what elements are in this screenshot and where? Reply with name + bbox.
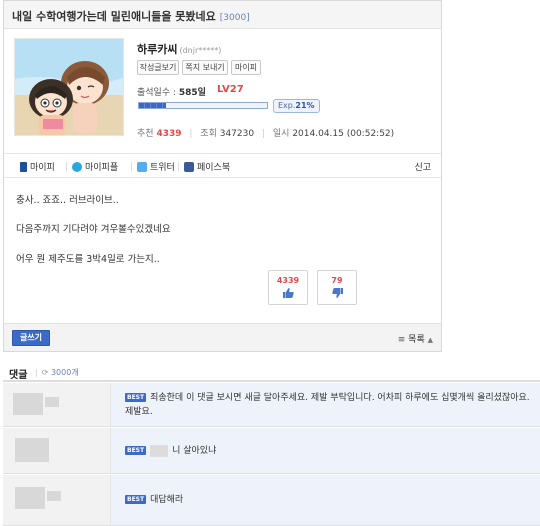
views-count: 347230 (219, 129, 255, 139)
attendance-label: 출석일수 : (137, 88, 177, 98)
upvote-count: 4339 (276, 276, 300, 285)
best-badge: BEST (125, 393, 147, 402)
downvote-button[interactable]: 79 (317, 270, 357, 305)
twitter-icon (137, 161, 147, 172)
post-container: 내일 수학여행가는데 밀린애니들을 못봤네요 [3000] 하루카씨 (dnjr… (3, 0, 442, 352)
post-footer: 글쓰기 ≡ 목록 ▲ (4, 323, 441, 351)
comment-header: 댓글 | ⟳ 3000개 (3, 360, 540, 382)
views-label: 조회 (200, 129, 217, 139)
view-posts-button[interactable]: 작성글보기 (137, 60, 179, 75)
report-button[interactable]: 신고 (414, 160, 431, 173)
comment-text-block: BEST 니 살아있냐 (125, 444, 216, 458)
comment-author-cell[interactable] (3, 428, 111, 473)
blurred-mention (150, 444, 169, 457)
comment-title: 댓글 (9, 370, 28, 381)
mypeople-icon (72, 161, 82, 172)
send-message-button[interactable]: 쪽지 보내기 (182, 60, 228, 75)
comment-text-block: BEST 죄송한데 이 댓글 보시면 새글 달아주세요. 제발 부탁입니다. 어차… (125, 391, 537, 419)
comment-count-badge[interactable]: [3000] (220, 13, 250, 23)
post-date: 2014.04.15 (00:52:52) (292, 129, 395, 139)
share-mypeople[interactable]: 마이피플 (72, 160, 118, 173)
comment-text-block: BEST 대답해라 (125, 493, 183, 507)
list-label: 목록 (408, 335, 425, 345)
post-content-line: 충사.. 죠죠.. 러브라이브.. (16, 195, 119, 206)
mypi-button[interactable]: 마이피 (231, 60, 261, 75)
exp-percent: 21% (295, 101, 315, 110)
mypi-icon (20, 161, 27, 172)
recommend-count: 4339 (156, 129, 182, 139)
share-mypi[interactable]: 마이피 (20, 160, 55, 173)
anime-avatar-image (15, 39, 123, 135)
share-twitter-label: 트위터 (150, 163, 175, 173)
best-badge: BEST (125, 495, 147, 504)
thumbs-up-icon (282, 288, 294, 298)
comment-row: BEST 대답해라 (3, 475, 540, 526)
list-icon: ≡ (397, 335, 406, 345)
comment-body: BEST 죄송한데 이 댓글 보시면 새글 달아주세요. 제발 부탁입니다. 어차… (111, 383, 540, 426)
user-level: LV27 (217, 84, 244, 95)
share-bar: 마이피 마이피플 트위터 페이스북 신고 (4, 153, 441, 178)
comment-text: 죄송한데 이 댓글 보시면 새글 달아주세요. 제발 부탁입니다. 어차피 하루… (125, 393, 530, 417)
upvote-button[interactable]: 4339 (268, 270, 308, 305)
exp-badge: Exp.21% (273, 99, 320, 113)
write-button[interactable]: 글쓰기 (12, 330, 50, 346)
post-title-bar: 내일 수학여행가는데 밀린애니들을 못봤네요 [3000] (4, 1, 441, 29)
comment-body: BEST 대답해라 (111, 475, 540, 525)
attendance-value: 585일 (178, 88, 206, 98)
comment-row: BEST 니 살아있냐 (3, 428, 540, 474)
facebook-icon (184, 161, 194, 172)
comment-row: BEST 죄송한데 이 댓글 보시면 새글 달아주세요. 제발 부탁입니다. 어차… (3, 383, 540, 427)
comment-total: | ⟳ 3000개 (35, 368, 79, 377)
post-content-line: 다음주까지 기다려야 겨우볼수있겠네요 (16, 224, 171, 235)
best-badge: BEST (125, 446, 147, 455)
attendance: 출석일수 : 585일 (137, 85, 206, 98)
downvote-count: 79 (331, 276, 343, 285)
list-button[interactable]: ≡ 목록 ▲ (398, 332, 433, 345)
share-facebook[interactable]: 페이스북 (184, 160, 230, 173)
thumbs-down-icon (331, 288, 343, 298)
author-id: (dnjr*****) (179, 46, 222, 55)
exp-progress-fill (139, 103, 166, 108)
nickname-text: 하루카씨 (137, 43, 178, 56)
post-title: 내일 수학여행가는데 밀린애니들을 못봤네요 [3000] (12, 8, 250, 24)
share-facebook-label: 페이스북 (197, 163, 231, 173)
share-mypeople-label: 마이피플 (85, 163, 119, 173)
exp-label: Exp. (278, 101, 296, 110)
recommend-label: 추천 (137, 129, 154, 139)
comment-text: 니 살아있냐 (172, 446, 217, 456)
share-twitter[interactable]: 트위터 (137, 160, 175, 173)
comment-body: BEST 니 살아있냐 (111, 428, 540, 473)
chevron-up-icon: ▲ (427, 336, 433, 344)
post-content-line: 어우 뭔 제주도를 3박4일로 가는지.. (16, 254, 160, 265)
comment-author-cell[interactable] (3, 383, 111, 426)
comment-text: 대답해라 (150, 495, 184, 505)
refresh-icon[interactable]: ⟳ (42, 368, 49, 377)
exp-progress-bar (138, 102, 268, 109)
post-title-text: 내일 수학여행가는데 밀린애니들을 못봤네요 (12, 10, 216, 23)
comment-author-cell[interactable] (3, 475, 111, 525)
share-mypi-label: 마이피 (30, 163, 55, 173)
post-stats: 추천 4339 | 조회 347230 | 일시 2014.04.15 (00:… (137, 129, 395, 139)
date-label: 일시 (272, 129, 290, 139)
author-nickname[interactable]: 하루카씨 (dnjr*****) (137, 41, 221, 57)
comment-total-count: 3000개 (50, 368, 79, 377)
avatar[interactable] (14, 38, 124, 136)
